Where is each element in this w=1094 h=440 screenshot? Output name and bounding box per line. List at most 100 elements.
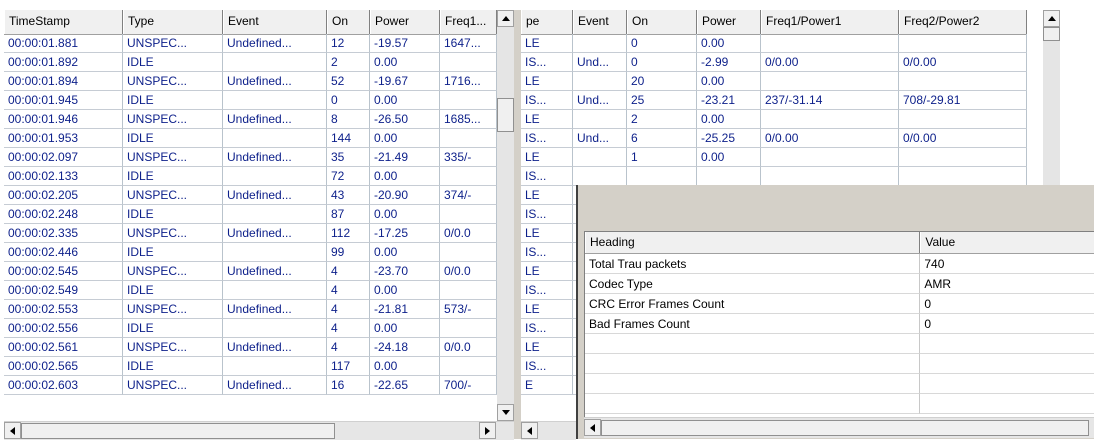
right-horizontal-scrollbar[interactable] xyxy=(521,421,576,440)
column-header-timestamp[interactable]: TimeStamp xyxy=(4,10,123,34)
left-horizontal-scrollbar[interactable] xyxy=(4,421,514,440)
properties-horizontal-scrollbar[interactable] xyxy=(584,417,1094,438)
table-row[interactable]: 00:00:02.446 IDLE 99 0.00 xyxy=(4,243,497,262)
table-row[interactable]: 00:00:02.205 UNSPEC... Undefined... 43 -20.9… xyxy=(4,186,497,205)
cell-freq2-power2 xyxy=(899,110,1027,129)
column-header-event[interactable]: Event xyxy=(223,10,327,34)
cell-freq1 xyxy=(440,129,497,148)
cell-type: LE xyxy=(521,110,573,129)
table-row[interactable]: IS... Und... 6 -25.25 0/0.00 0/0.00 xyxy=(521,129,1027,148)
cell-on: 8 xyxy=(327,110,370,129)
column-header-on[interactable]: On xyxy=(627,10,697,34)
table-row[interactable]: 00:00:01.946 UNSPEC... Undefined... 8 -26.50… xyxy=(4,110,497,129)
table-row[interactable]: 00:00:02.133 IDLE 72 0.00 xyxy=(4,167,497,186)
column-header-freq1[interactable]: Freq1... xyxy=(440,10,497,34)
column-header-freq2-power2[interactable]: Freq2/Power2 xyxy=(899,10,1027,34)
property-heading xyxy=(585,394,921,414)
scroll-left-button[interactable] xyxy=(584,419,601,436)
cell-event: Undefined... xyxy=(223,224,327,243)
cell-event xyxy=(223,91,327,110)
table-row[interactable]: 00:00:02.545 UNSPEC... Undefined... 4 -23.70… xyxy=(4,262,497,281)
cell-freq1-power1 xyxy=(761,72,899,91)
table-row[interactable]: 00:00:01.881 UNSPEC... Undefined... 12 -19.5… xyxy=(4,34,497,53)
table-row[interactable]: LE 0 0.00 xyxy=(521,34,1027,53)
cell-freq1 xyxy=(440,205,497,224)
cell-timestamp: 00:00:01.946 xyxy=(4,110,123,129)
property-row[interactable] xyxy=(585,334,1094,354)
table-row[interactable]: IS... xyxy=(521,167,1027,186)
cell-type: IS... xyxy=(521,357,573,376)
table-row[interactable]: 00:00:02.248 IDLE 87 0.00 xyxy=(4,205,497,224)
property-row[interactable] xyxy=(585,374,1094,394)
cell-type: UNSPEC... xyxy=(123,34,223,53)
table-row[interactable]: 00:00:02.565 IDLE 117 0.00 xyxy=(4,357,497,376)
cell-freq2-power2: 708/-29.81 xyxy=(899,91,1027,110)
column-header-type[interactable]: Type xyxy=(123,10,223,34)
table-row[interactable]: 00:00:02.561 UNSPEC... Undefined... 4 -24.18… xyxy=(4,338,497,357)
property-row[interactable]: Total Trau packets 740 xyxy=(585,254,1094,274)
scroll-up-button[interactable] xyxy=(497,10,514,27)
scroll-up-button[interactable] xyxy=(1043,10,1060,27)
table-row[interactable]: 00:00:02.549 IDLE 4 0.00 xyxy=(4,281,497,300)
cell-power: 0.00 xyxy=(697,148,761,167)
scroll-left-button[interactable] xyxy=(521,422,538,439)
column-header-heading[interactable]: Heading xyxy=(585,232,921,253)
property-row[interactable]: CRC Error Frames Count 0 xyxy=(585,294,1094,314)
scroll-thumb[interactable] xyxy=(1043,27,1060,41)
table-row[interactable]: LE 1 0.00 xyxy=(521,148,1027,167)
column-header-on[interactable]: On xyxy=(327,10,370,34)
cell-event xyxy=(223,243,327,262)
cell-on: 35 xyxy=(327,148,370,167)
cell-on: 43 xyxy=(327,186,370,205)
column-header-power[interactable]: Power xyxy=(370,10,440,34)
scroll-down-button[interactable] xyxy=(497,404,514,421)
property-row[interactable] xyxy=(585,394,1094,414)
right-vertical-scrollbar[interactable] xyxy=(1043,10,1060,185)
cell-timestamp: 00:00:01.881 xyxy=(4,34,123,53)
scroll-thumb[interactable] xyxy=(497,98,514,132)
table-row[interactable]: 00:00:01.892 IDLE 2 0.00 xyxy=(4,53,497,72)
table-row[interactable]: 00:00:02.603 UNSPEC... Undefined... 16 -22.6… xyxy=(4,376,497,395)
table-row[interactable]: 00:00:02.556 IDLE 4 0.00 xyxy=(4,319,497,338)
table-row[interactable]: 00:00:02.335 UNSPEC... Undefined... 112 -17.… xyxy=(4,224,497,243)
table-row[interactable]: LE 20 0.00 xyxy=(521,72,1027,91)
property-row[interactable] xyxy=(585,354,1094,374)
property-row[interactable]: Codec Type AMR xyxy=(585,274,1094,294)
column-header-freq1-power1[interactable]: Freq1/Power1 xyxy=(761,10,899,34)
cell-timestamp: 00:00:02.556 xyxy=(4,319,123,338)
left-list-header: TimeStamp Type Event On Power Freq1... xyxy=(4,10,497,35)
properties-grid[interactable]: Heading Value Total Trau packets 740 Codec… xyxy=(584,231,1094,417)
scroll-right-button[interactable] xyxy=(479,422,496,439)
table-row[interactable]: 00:00:01.953 IDLE 144 0.00 xyxy=(4,129,497,148)
cell-type: UNSPEC... xyxy=(123,300,223,319)
property-heading xyxy=(585,354,921,374)
scroll-left-button[interactable] xyxy=(4,422,21,439)
column-header-event[interactable]: Event xyxy=(573,10,627,34)
cell-freq2-power2 xyxy=(899,72,1027,91)
cell-power: -23.70 xyxy=(370,262,440,281)
horizontal-scroll-thumb[interactable] xyxy=(601,420,1089,436)
table-row[interactable]: 00:00:01.945 IDLE 0 0.00 xyxy=(4,91,497,110)
cell-on: 99 xyxy=(327,243,370,262)
cell-power: -19.67 xyxy=(370,72,440,91)
cell-power: 0.00 xyxy=(370,243,440,262)
table-row[interactable]: 00:00:02.097 UNSPEC... Undefined... 35 -21.4… xyxy=(4,148,497,167)
column-header-power[interactable]: Power xyxy=(697,10,761,34)
cell-freq1 xyxy=(440,243,497,262)
property-value xyxy=(920,334,1094,354)
horizontal-scroll-thumb[interactable] xyxy=(21,423,335,439)
cell-freq2-power2: 0/0.00 xyxy=(899,53,1027,72)
property-row[interactable]: Bad Frames Count 0 xyxy=(585,314,1094,334)
left-message-list[interactable]: TimeStamp Type Event On Power Freq1... 0… xyxy=(4,10,497,421)
table-row[interactable]: IS... Und... 25 -23.21 237/-31.14 708/-29.81 xyxy=(521,91,1027,110)
left-vertical-scrollbar[interactable] xyxy=(497,10,514,421)
table-row[interactable]: 00:00:02.553 UNSPEC... Undefined... 4 -21.81… xyxy=(4,300,497,319)
cell-type: UNSPEC... xyxy=(123,262,223,281)
column-header-value[interactable]: Value xyxy=(920,232,1094,253)
column-header-type[interactable]: pe xyxy=(521,10,573,34)
table-row[interactable]: 00:00:01.894 UNSPEC... Undefined... 52 -19.6… xyxy=(4,72,497,91)
vertical-splitter[interactable] xyxy=(514,10,521,439)
cell-type: UNSPEC... xyxy=(123,224,223,243)
table-row[interactable]: IS... Und... 0 -2.99 0/0.00 0/0.00 xyxy=(521,53,1027,72)
table-row[interactable]: LE 2 0.00 xyxy=(521,110,1027,129)
